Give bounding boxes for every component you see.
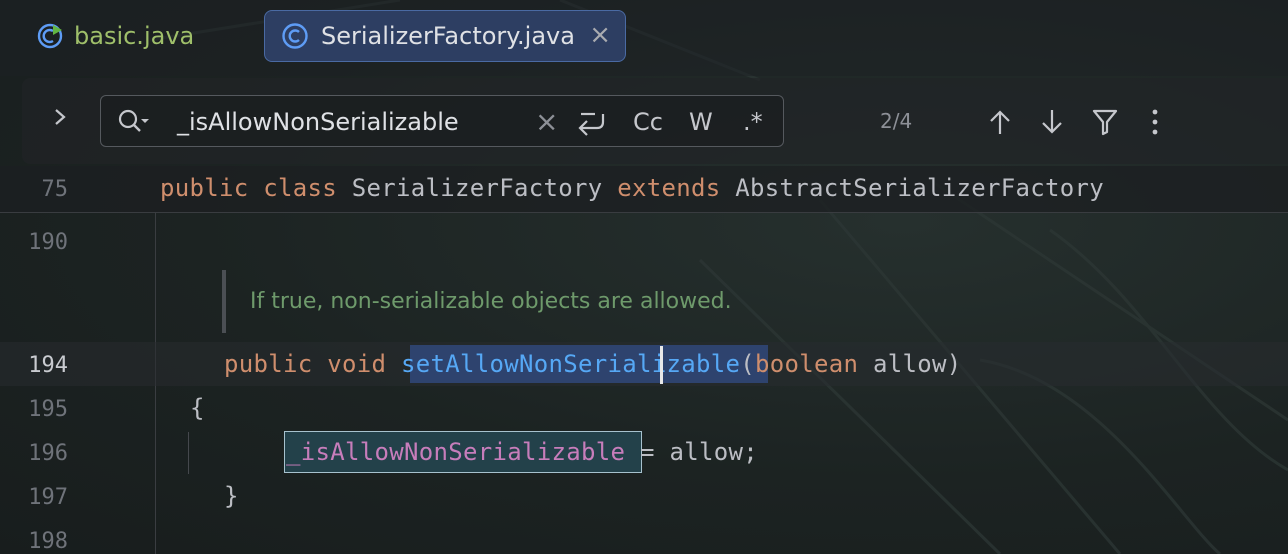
code-keyword: public [224,350,313,378]
match-count: 2/4 [880,109,913,133]
class-icon [281,22,309,50]
line-number-current: 194 [28,353,68,378]
code-keyword: public [160,174,249,202]
search-query-text: _isAllowNonSerializable [177,108,459,136]
code-keyword: extends [617,174,721,202]
code-line-196[interactable]: _isAllowNonSerializable = allow; [286,438,758,466]
newline-toggle-icon[interactable] [575,108,607,142]
line-number: 195 [28,397,68,422]
code-line-197[interactable]: } [224,482,239,510]
code-field-name: _isAllowNonSerializable [286,438,626,466]
words-toggle[interactable]: W [689,108,713,136]
text-caret [660,346,663,384]
search-input[interactable]: _isAllowNonSerializable × Cc W .* [100,95,784,147]
code-punct: ( [740,350,755,378]
clear-search-icon[interactable]: × [535,108,558,136]
doc-comment-text: If true, non-serializable objects are al… [250,289,732,314]
previous-occurrence-icon[interactable] [988,108,1012,140]
find-in-file-bar: _isAllowNonSerializable × Cc W .* 2/4 [22,78,1288,164]
line-number: 197 [28,485,68,510]
search-history-icon[interactable] [117,108,151,138]
doc-comment-bar [222,270,226,333]
sticky-line[interactable]: 75 public class SerializerFactory extend… [0,166,1288,213]
tab-basic-java[interactable]: basic.java [36,10,236,62]
line-number: 196 [28,441,68,466]
line-number: 75 [41,177,69,202]
code-class-name: SerializerFactory [351,174,603,202]
tab-serializer-factory-java[interactable]: SerializerFactory.java × [264,10,626,62]
filter-icon[interactable] [1092,108,1118,140]
code-keyword: void [327,350,387,378]
code-punct: ) [946,350,962,378]
tab-label: SerializerFactory.java [321,22,575,50]
code-rest: = allow; [625,438,758,466]
code-method-name: setAllowNonSerializable [401,350,741,378]
code-param: allow [872,350,947,378]
code-superclass: AbstractSerializerFactory [735,174,1104,202]
regex-toggle[interactable]: .* [743,108,763,136]
code-line-195[interactable]: { [190,394,205,422]
expand-replace-icon[interactable] [52,105,68,133]
next-occurrence-icon[interactable] [1040,108,1064,140]
tab-label: basic.java [74,22,195,50]
indent-guide [188,432,189,474]
run-config-icon [36,22,64,50]
code-keyword: class [263,174,337,202]
editor-tab-bar: basic.java SerializerFactory.java × [0,0,1288,76]
line-number: 198 [28,529,68,554]
sticky-code: public class SerializerFactory extends A… [160,174,1104,202]
match-case-toggle[interactable]: Cc [633,108,663,136]
more-options-icon[interactable] [1148,108,1162,140]
code-keyword: boolean [754,350,859,378]
line-number: 190 [28,230,68,255]
close-tab-icon[interactable]: × [589,22,611,48]
code-line-194[interactable]: public void setAllowNonSerializable(bool… [224,350,961,378]
